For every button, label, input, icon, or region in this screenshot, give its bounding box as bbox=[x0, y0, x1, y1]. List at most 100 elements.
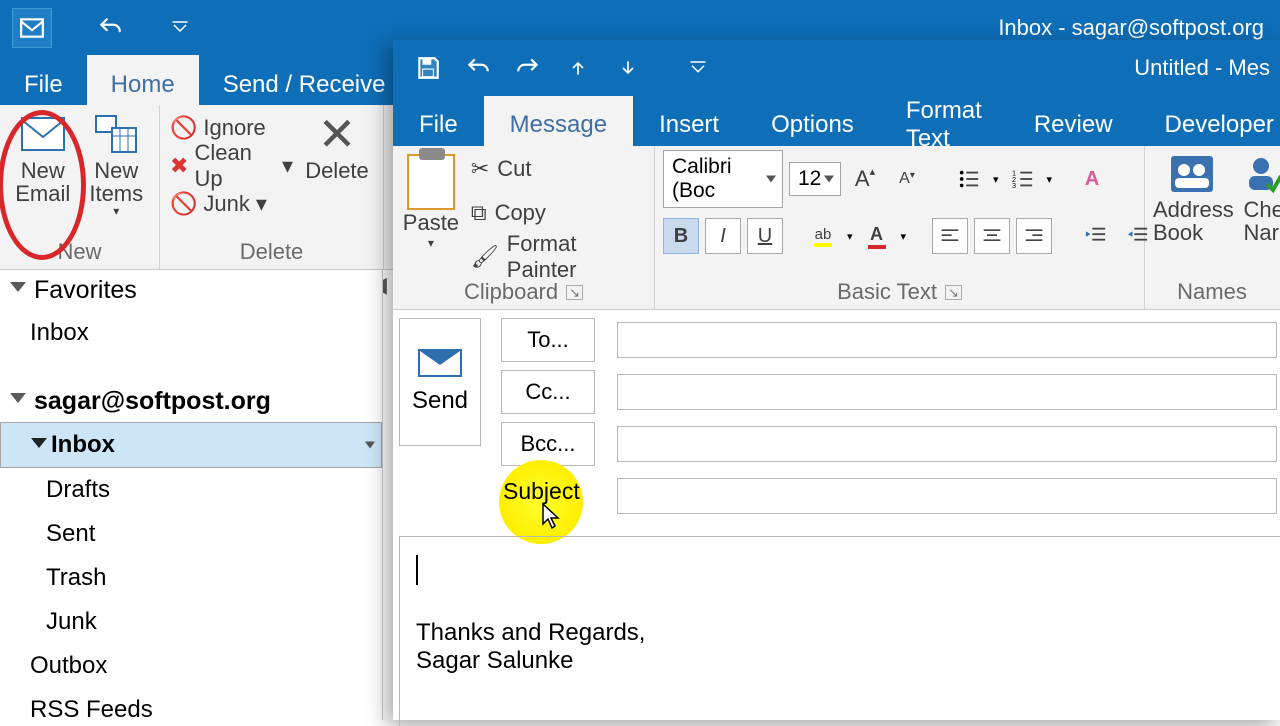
address-book-button[interactable]: Address Book bbox=[1153, 150, 1234, 244]
font-family-select[interactable]: Calibri (Boc bbox=[663, 150, 783, 208]
chevron-down-icon: ▾ bbox=[847, 230, 853, 243]
window-title: Inbox - sagar@softpost.org bbox=[998, 15, 1268, 41]
cleanup-icon: ✖ bbox=[170, 153, 188, 179]
subject-field[interactable] bbox=[617, 478, 1277, 514]
address-book-icon bbox=[1165, 150, 1221, 198]
brush-icon: 🖌 bbox=[471, 244, 499, 270]
ribbon-group-new-label: New bbox=[10, 239, 149, 265]
chevron-down-icon: ▾ bbox=[282, 153, 293, 179]
chevron-down-icon: ▾ bbox=[993, 173, 999, 186]
ignore-icon: 🚫 bbox=[170, 115, 197, 141]
cut-button[interactable]: ✂ Cut bbox=[471, 150, 646, 188]
chevron-down-icon: ▾ bbox=[113, 205, 119, 218]
bcc-field[interactable] bbox=[617, 426, 1277, 462]
envelope-icon bbox=[18, 109, 68, 159]
compose-tab-message[interactable]: Message bbox=[484, 96, 633, 146]
bullets-button[interactable] bbox=[951, 161, 987, 197]
highlight-button[interactable]: ab bbox=[805, 218, 841, 254]
chevron-down-icon: ▾ bbox=[901, 230, 907, 243]
check-names-icon bbox=[1236, 150, 1280, 198]
qat-save[interactable] bbox=[403, 48, 453, 88]
send-button[interactable]: Send bbox=[399, 318, 481, 446]
svg-text:3: 3 bbox=[1012, 181, 1016, 190]
cc-field[interactable] bbox=[617, 374, 1277, 410]
qat-undo[interactable] bbox=[92, 8, 127, 48]
chevron-down-icon: ▾ bbox=[256, 191, 267, 217]
qat-prev-item[interactable] bbox=[553, 48, 603, 88]
qat-next-item[interactable] bbox=[603, 48, 653, 88]
new-email-button[interactable]: New Email bbox=[10, 109, 76, 205]
tab-send-receive[interactable]: Send / Receive bbox=[199, 55, 410, 105]
scissors-icon: ✂ bbox=[471, 156, 489, 182]
nav-junk[interactable]: Junk bbox=[0, 600, 382, 644]
new-items-icon bbox=[91, 109, 141, 159]
qat-undo-compose[interactable] bbox=[453, 48, 503, 88]
to-field[interactable] bbox=[617, 322, 1277, 358]
clear-formatting-button[interactable]: A bbox=[1074, 161, 1110, 197]
nav-outbox[interactable]: Outbox bbox=[0, 644, 382, 688]
junk-icon: 🚫 bbox=[170, 191, 197, 217]
send-envelope-icon bbox=[418, 349, 462, 377]
to-button[interactable]: To... bbox=[501, 318, 595, 362]
app-icon[interactable] bbox=[12, 8, 52, 48]
signature-line2: Sagar Salunke bbox=[416, 647, 1264, 675]
bcc-button[interactable]: Bcc... bbox=[501, 422, 595, 466]
compose-title: Untitled - Mes bbox=[1134, 55, 1270, 81]
tab-file[interactable]: File bbox=[0, 55, 87, 105]
clipboard-dialog-launcher[interactable]: ↘ bbox=[566, 285, 583, 300]
junk-button[interactable]: 🚫 Junk ▾ bbox=[170, 185, 293, 223]
compose-tab-format[interactable]: Format Text bbox=[880, 96, 1008, 146]
paste-button[interactable]: Paste ▾ bbox=[401, 150, 461, 250]
names-group-label: Names bbox=[1177, 279, 1247, 305]
nav-trash[interactable]: Trash bbox=[0, 556, 382, 600]
clipboard-group-label: Clipboard bbox=[464, 279, 558, 305]
compose-tab-options[interactable]: Options bbox=[745, 96, 880, 146]
nav-sent[interactable]: Sent bbox=[0, 512, 382, 556]
nav-inbox[interactable]: Inbox bbox=[0, 422, 382, 468]
bold-button[interactable]: B bbox=[663, 218, 699, 254]
decrease-indent-button[interactable] bbox=[1078, 218, 1114, 254]
signature-line1: Thanks and Regards, bbox=[416, 619, 1264, 647]
qat-customize-compose-icon[interactable] bbox=[673, 48, 723, 88]
chevron-down-icon: ▾ bbox=[428, 236, 434, 250]
chevron-down-icon: ▾ bbox=[1047, 173, 1053, 186]
align-left-button[interactable] bbox=[932, 218, 968, 254]
delete-button[interactable]: ✕ Delete bbox=[301, 109, 373, 182]
nav-favorites-inbox[interactable]: Inbox bbox=[0, 311, 382, 355]
new-items-button[interactable]: New Items ▾ bbox=[84, 109, 150, 218]
copy-icon: ⧉ bbox=[471, 200, 487, 226]
compose-tab-file[interactable]: File bbox=[393, 96, 484, 146]
cleanup-button[interactable]: ✖ Clean Up ▾ bbox=[170, 147, 293, 185]
basic-text-dialog-launcher[interactable]: ↘ bbox=[945, 285, 962, 300]
italic-button[interactable]: I bbox=[705, 218, 741, 254]
compose-tab-review[interactable]: Review bbox=[1008, 96, 1139, 146]
tab-home[interactable]: Home bbox=[87, 55, 199, 105]
favorites-header[interactable]: Favorites bbox=[0, 270, 382, 311]
font-color-button[interactable]: A bbox=[859, 218, 895, 254]
format-painter-button[interactable]: 🖌 Format Painter bbox=[471, 238, 646, 276]
text-caret bbox=[416, 555, 418, 585]
check-names-button[interactable]: Che Nar bbox=[1244, 150, 1280, 244]
compose-tab-developer[interactable]: Developer bbox=[1139, 96, 1280, 146]
compose-window: Untitled - Mes File Message Insert Optio… bbox=[393, 40, 1280, 720]
underline-button[interactable]: U bbox=[747, 218, 783, 254]
align-right-button[interactable] bbox=[1016, 218, 1052, 254]
font-size-select[interactable]: 12 bbox=[789, 162, 841, 196]
mouse-cursor-icon bbox=[541, 502, 561, 530]
basic-text-group-label: Basic Text bbox=[837, 279, 937, 305]
copy-button[interactable]: ⧉ Copy bbox=[471, 194, 646, 232]
nav-drafts[interactable]: Drafts bbox=[0, 468, 382, 512]
qat-redo-compose[interactable] bbox=[503, 48, 553, 88]
qat-customize-icon[interactable] bbox=[162, 8, 197, 48]
align-center-button[interactable] bbox=[974, 218, 1010, 254]
numbering-button[interactable]: 123 bbox=[1005, 161, 1041, 197]
delete-x-icon: ✕ bbox=[312, 109, 362, 159]
grow-font-button[interactable]: A▴ bbox=[847, 161, 883, 197]
subject-label: Subject bbox=[503, 478, 580, 505]
message-body[interactable]: Thanks and Regards, Sagar Salunke bbox=[399, 536, 1280, 726]
nav-rss[interactable]: RSS Feeds bbox=[0, 688, 382, 720]
shrink-font-button[interactable]: A▾ bbox=[889, 161, 925, 197]
account-header[interactable]: sagar@softpost.org bbox=[0, 381, 382, 422]
cc-button[interactable]: Cc... bbox=[501, 370, 595, 414]
compose-tab-insert[interactable]: Insert bbox=[633, 96, 745, 146]
